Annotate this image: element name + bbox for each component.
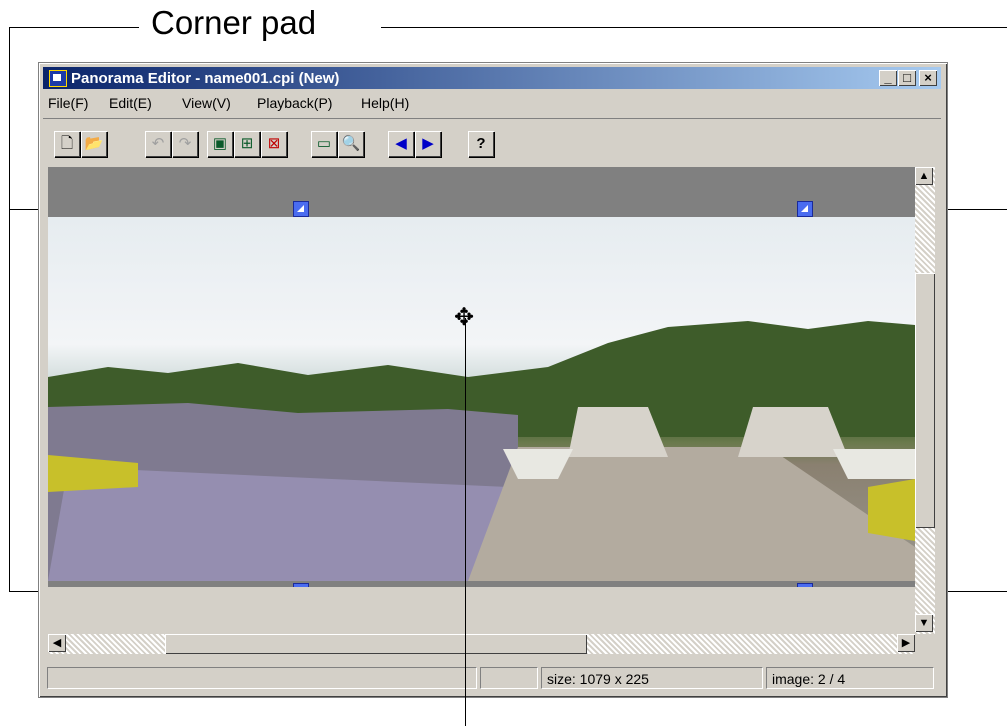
status-panel-message — [47, 667, 477, 689]
undo-icon[interactable]: ↶ — [145, 131, 171, 157]
redo-icon[interactable]: ↷ — [172, 131, 198, 157]
corner-pad-bottom-right[interactable] — [797, 583, 813, 587]
insert-image-icon[interactable]: ▣ — [207, 131, 233, 157]
status-size: size: 1079 x 225 — [541, 667, 763, 689]
toolbar: 🗋 📂 ↶ ↷ ▣ ⊞ ⊠ ▭ 🔍 ◀ ▶ ? — [43, 118, 941, 159]
panorama-canvas[interactable]: ✥ — [48, 167, 915, 587]
maximize-button[interactable]: □ — [898, 70, 916, 86]
panorama-image[interactable] — [48, 217, 915, 581]
preview-icon[interactable]: ▭ — [311, 131, 337, 157]
close-button[interactable]: × — [919, 70, 937, 86]
scroll-down-button[interactable]: ▼ — [915, 614, 933, 632]
horizontal-scrollbar[interactable]: ◀ ▶ — [48, 634, 915, 654]
callout-line-center — [465, 318, 466, 726]
status-bar: size: 1079 x 225 image: 2 / 4 — [43, 667, 941, 691]
callout-line-top-left — [9, 27, 139, 28]
scroll-right-button[interactable]: ▶ — [897, 634, 915, 652]
split-image-icon[interactable]: ⊞ — [234, 131, 260, 157]
corner-pad-top-right[interactable] — [797, 201, 813, 217]
menu-view[interactable]: View(V) — [182, 95, 231, 111]
new-document-icon[interactable]: 🗋 — [54, 131, 80, 157]
corner-pad-bottom-left[interactable] — [293, 583, 309, 587]
menu-bar: File(F) Edit(E) View(V) Playback(P) Help… — [43, 92, 941, 114]
zoom-icon[interactable]: 🔍 — [338, 131, 364, 157]
callout-line-top-right — [381, 27, 1007, 28]
scroll-left-button[interactable]: ◀ — [48, 634, 66, 652]
callout-line-left-vertical — [9, 27, 10, 592]
vertical-scroll-thumb[interactable] — [915, 273, 935, 528]
delete-image-icon[interactable]: ⊠ — [261, 131, 287, 157]
minimize-button[interactable]: _ — [879, 70, 897, 86]
panorama-editor-window: Panorama Editor - name001.cpi (New) _ □ … — [38, 62, 948, 698]
app-icon[interactable] — [49, 70, 67, 87]
status-panel-blank — [480, 667, 538, 689]
help-icon[interactable]: ? — [468, 131, 494, 157]
next-icon[interactable]: ▶ — [415, 131, 441, 157]
corner-pad-top-left[interactable] — [293, 201, 309, 217]
window-title: Panorama Editor - name001.cpi (New) — [71, 70, 340, 87]
menu-playback[interactable]: Playback(P) — [257, 95, 332, 111]
callout-title: Corner pad — [151, 4, 317, 41]
open-folder-icon[interactable]: 📂 — [81, 131, 107, 157]
previous-icon[interactable]: ◀ — [388, 131, 414, 157]
title-bar[interactable]: Panorama Editor - name001.cpi (New) _ □ … — [43, 67, 941, 89]
menu-help[interactable]: Help(H) — [361, 95, 409, 111]
vertical-scrollbar[interactable]: ▲ ▼ — [915, 167, 935, 634]
menu-edit[interactable]: Edit(E) — [109, 95, 152, 111]
menu-file[interactable]: File(F) — [48, 95, 88, 111]
horizontal-scroll-thumb[interactable] — [165, 634, 587, 654]
status-image: image: 2 / 4 — [766, 667, 934, 689]
scroll-up-button[interactable]: ▲ — [915, 167, 933, 185]
